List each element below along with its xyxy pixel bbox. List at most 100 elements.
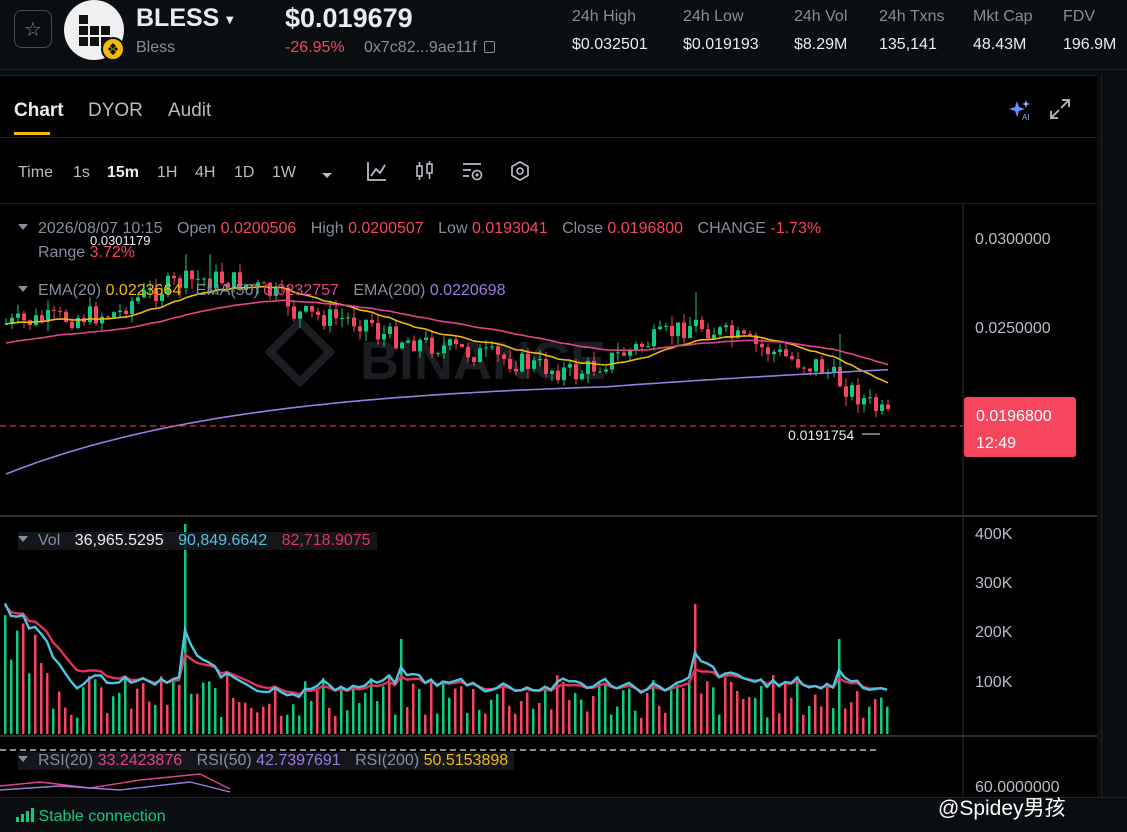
- volume-bar: [406, 707, 409, 734]
- volume-bar: [394, 714, 397, 734]
- candle-body: [724, 325, 728, 328]
- volume-bar: [250, 708, 253, 734]
- candle-body: [64, 311, 68, 322]
- candle-body: [520, 353, 524, 372]
- tab-dyor[interactable]: DYOR: [88, 100, 143, 122]
- volume-bar: [400, 639, 403, 734]
- volume-bar: [580, 699, 583, 734]
- candle-body: [850, 385, 854, 397]
- candle-body: [574, 364, 578, 380]
- volume-bar: [610, 714, 613, 734]
- high-marker-label: 0.0301179: [90, 233, 151, 248]
- candle-body: [646, 346, 650, 348]
- volume-bar: [316, 690, 319, 734]
- candle-body: [580, 373, 584, 380]
- collapse-caret-icon[interactable]: [18, 224, 28, 230]
- vol-collapse-caret-icon[interactable]: [18, 536, 28, 542]
- volume-bar: [178, 684, 181, 734]
- volume-bar: [40, 663, 43, 734]
- candle-body: [742, 330, 746, 334]
- candle-body: [322, 315, 326, 326]
- volume-bar: [244, 702, 247, 734]
- candle-body: [490, 346, 494, 348]
- price-chart-area[interactable]: BINANCE 2026/08/07 10:15 Open 0.0200506 …: [0, 204, 1097, 798]
- volume-bar: [280, 715, 283, 734]
- candle-body: [538, 358, 542, 361]
- volume-bar: [262, 706, 265, 734]
- timeframe-15m[interactable]: 15m: [107, 164, 139, 182]
- volume-bar: [676, 684, 679, 734]
- timeframe-time[interactable]: Time: [18, 164, 53, 182]
- current-price-tag: 0.0196800 12:49: [964, 397, 1076, 457]
- stat-24h-vol: 24h Vol $8.29M: [794, 8, 848, 53]
- volume-bar: [430, 683, 433, 734]
- candle-body: [616, 352, 620, 354]
- volume-bar: [874, 699, 877, 734]
- copy-icon[interactable]: [483, 41, 495, 53]
- bnb-chain-badge-icon: [101, 37, 125, 61]
- indicator-chart-icon[interactable]: [366, 160, 388, 187]
- candle-body: [502, 354, 506, 360]
- candle-body: [880, 404, 884, 411]
- candle-body: [304, 306, 308, 312]
- volume-bar: [214, 688, 217, 734]
- favorite-star-icon[interactable]: ☆: [14, 10, 52, 48]
- volume-bar: [208, 681, 211, 734]
- more-timeframes-chevron-icon[interactable]: [320, 168, 334, 186]
- rsi-collapse-caret-icon[interactable]: [18, 756, 28, 762]
- candle-body: [370, 319, 374, 324]
- candle-body: [778, 349, 782, 352]
- candle-body: [670, 325, 674, 337]
- candle-body: [844, 386, 848, 397]
- volume-bar: [796, 676, 799, 734]
- volume-bar: [286, 714, 289, 734]
- volume-bar: [712, 687, 715, 734]
- timeframe-1w[interactable]: 1W: [272, 164, 296, 182]
- candle-body: [748, 333, 752, 336]
- volume-bar: [112, 696, 115, 734]
- timeframe-1h[interactable]: 1H: [157, 164, 177, 182]
- volume-bar: [136, 688, 139, 734]
- volume-bar: [520, 701, 523, 734]
- volume-bar: [130, 708, 133, 734]
- volume-axis-label: 400K: [975, 526, 1013, 543]
- candle-body: [424, 337, 428, 340]
- timeframe-1d[interactable]: 1D: [234, 164, 254, 182]
- candle-body: [88, 306, 92, 323]
- volume-bar: [190, 693, 193, 734]
- volume-bar: [220, 717, 223, 734]
- volume-bar: [658, 705, 661, 734]
- volume-bar: [832, 708, 835, 734]
- timeframe-1s[interactable]: 1s: [73, 164, 90, 182]
- candle-body: [340, 317, 344, 319]
- ai-sparkle-icon[interactable]: AI: [1008, 98, 1032, 127]
- volume-bar: [22, 623, 25, 734]
- ema-collapse-caret-icon[interactable]: [18, 286, 28, 292]
- candle-body: [874, 397, 878, 411]
- token-symbol[interactable]: BLESS ▼: [136, 4, 236, 33]
- hexagon-layout-icon[interactable]: [509, 160, 531, 187]
- fullscreen-expand-icon[interactable]: [1049, 98, 1071, 125]
- volume-bar: [52, 708, 55, 734]
- contract-address[interactable]: 0x7c82...9ae11f: [364, 39, 495, 57]
- volume-bar: [10, 659, 13, 734]
- signal-bars-icon: [16, 808, 34, 822]
- candle-body: [334, 309, 338, 319]
- tab-chart[interactable]: Chart: [14, 100, 64, 122]
- candle-body: [472, 357, 476, 363]
- volume-bar: [688, 680, 691, 734]
- candlestick-type-icon[interactable]: [414, 160, 436, 187]
- volume-bar: [484, 713, 487, 734]
- tab-audit[interactable]: Audit: [168, 100, 211, 122]
- volume-axis-label: 100K: [975, 674, 1013, 691]
- candle-body: [640, 343, 644, 347]
- dropdown-caret-icon[interactable]: ▼: [223, 12, 236, 27]
- volume-bar: [634, 710, 637, 734]
- timeframe-4h[interactable]: 4H: [195, 164, 215, 182]
- chart-settings-icon[interactable]: [461, 160, 485, 187]
- volume-bar: [706, 681, 709, 734]
- connection-status: Stable connection: [16, 808, 166, 826]
- volume-bar: [160, 676, 163, 734]
- binance-watermark-icon: [264, 316, 336, 388]
- rsi20-line: [0, 773, 231, 790]
